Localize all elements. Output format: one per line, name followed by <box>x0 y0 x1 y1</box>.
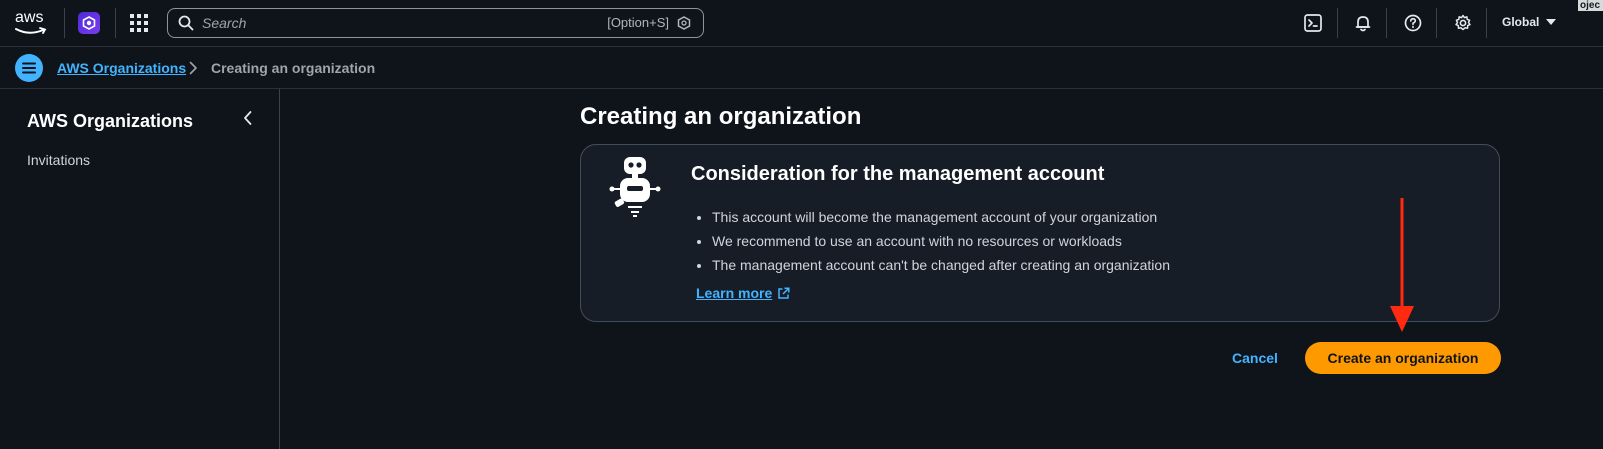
page-title: Creating an organization <box>580 103 862 130</box>
caret-down-icon[interactable] <box>1546 19 1556 25</box>
region-selector[interactable]: Global <box>1502 15 1539 29</box>
search-shortcut-hint: [Option+S] <box>607 15 669 30</box>
annotation-arrow-icon <box>1390 198 1414 332</box>
robot-illustration-icon <box>609 157 661 217</box>
sidebar-item-invitations[interactable]: Invitations <box>27 152 90 168</box>
navigation-menu-button[interactable] <box>15 54 43 82</box>
side-navigation: AWS Organizations Invitations <box>0 89 280 449</box>
consideration-list: This account will become the management … <box>712 205 1170 277</box>
help-icon[interactable] <box>1403 13 1423 33</box>
search-icon <box>178 15 194 31</box>
search-input[interactable] <box>202 13 582 33</box>
cancel-button[interactable]: Cancel <box>1222 342 1288 374</box>
apps-grid-icon[interactable] <box>130 14 148 32</box>
search-box[interactable]: [Option+S] <box>167 8 704 38</box>
gear-icon[interactable] <box>1453 13 1473 33</box>
hamburger-icon <box>22 62 36 74</box>
divider <box>1486 8 1487 38</box>
learn-more-link[interactable]: Learn more <box>696 285 790 301</box>
create-organization-button[interactable]: Create an organization <box>1305 342 1501 374</box>
divider <box>64 8 65 38</box>
breadcrumb-link-aws-organizations[interactable]: AWS Organizations <box>57 60 186 76</box>
amazon-q-icon[interactable] <box>677 16 691 30</box>
list-item: This account will become the management … <box>712 205 1170 229</box>
aws-logo-text: aws <box>15 9 44 26</box>
consideration-card: Consideration for the management account… <box>580 144 1500 322</box>
divider <box>1386 8 1387 38</box>
top-navigation-bar: aws [Option+S] <box>0 0 1603 47</box>
breadcrumb-current: Creating an organization <box>211 60 376 76</box>
breadcrumb-bar: AWS Organizations Creating an organizati… <box>0 47 1603 89</box>
chevron-right-icon <box>189 61 197 75</box>
aws-logo[interactable]: aws <box>15 10 49 36</box>
bell-icon[interactable] <box>1353 13 1373 33</box>
cloudshell-icon[interactable] <box>1303 13 1323 33</box>
divider <box>115 8 116 38</box>
divider <box>1436 8 1437 38</box>
chevron-left-icon[interactable] <box>240 110 256 126</box>
learn-more-label: Learn more <box>696 285 773 301</box>
organizations-service-icon[interactable] <box>78 12 100 34</box>
sidebar-title: AWS Organizations <box>27 111 194 131</box>
external-link-icon <box>778 286 790 299</box>
list-item: The management account can't be changed … <box>712 253 1170 277</box>
divider <box>1337 8 1338 38</box>
corner-tag: ojec <box>1578 0 1603 11</box>
card-title: Consideration for the management account <box>691 163 1105 185</box>
list-item: We recommend to use an account with no r… <box>712 229 1170 253</box>
aws-smile-icon <box>15 27 47 34</box>
